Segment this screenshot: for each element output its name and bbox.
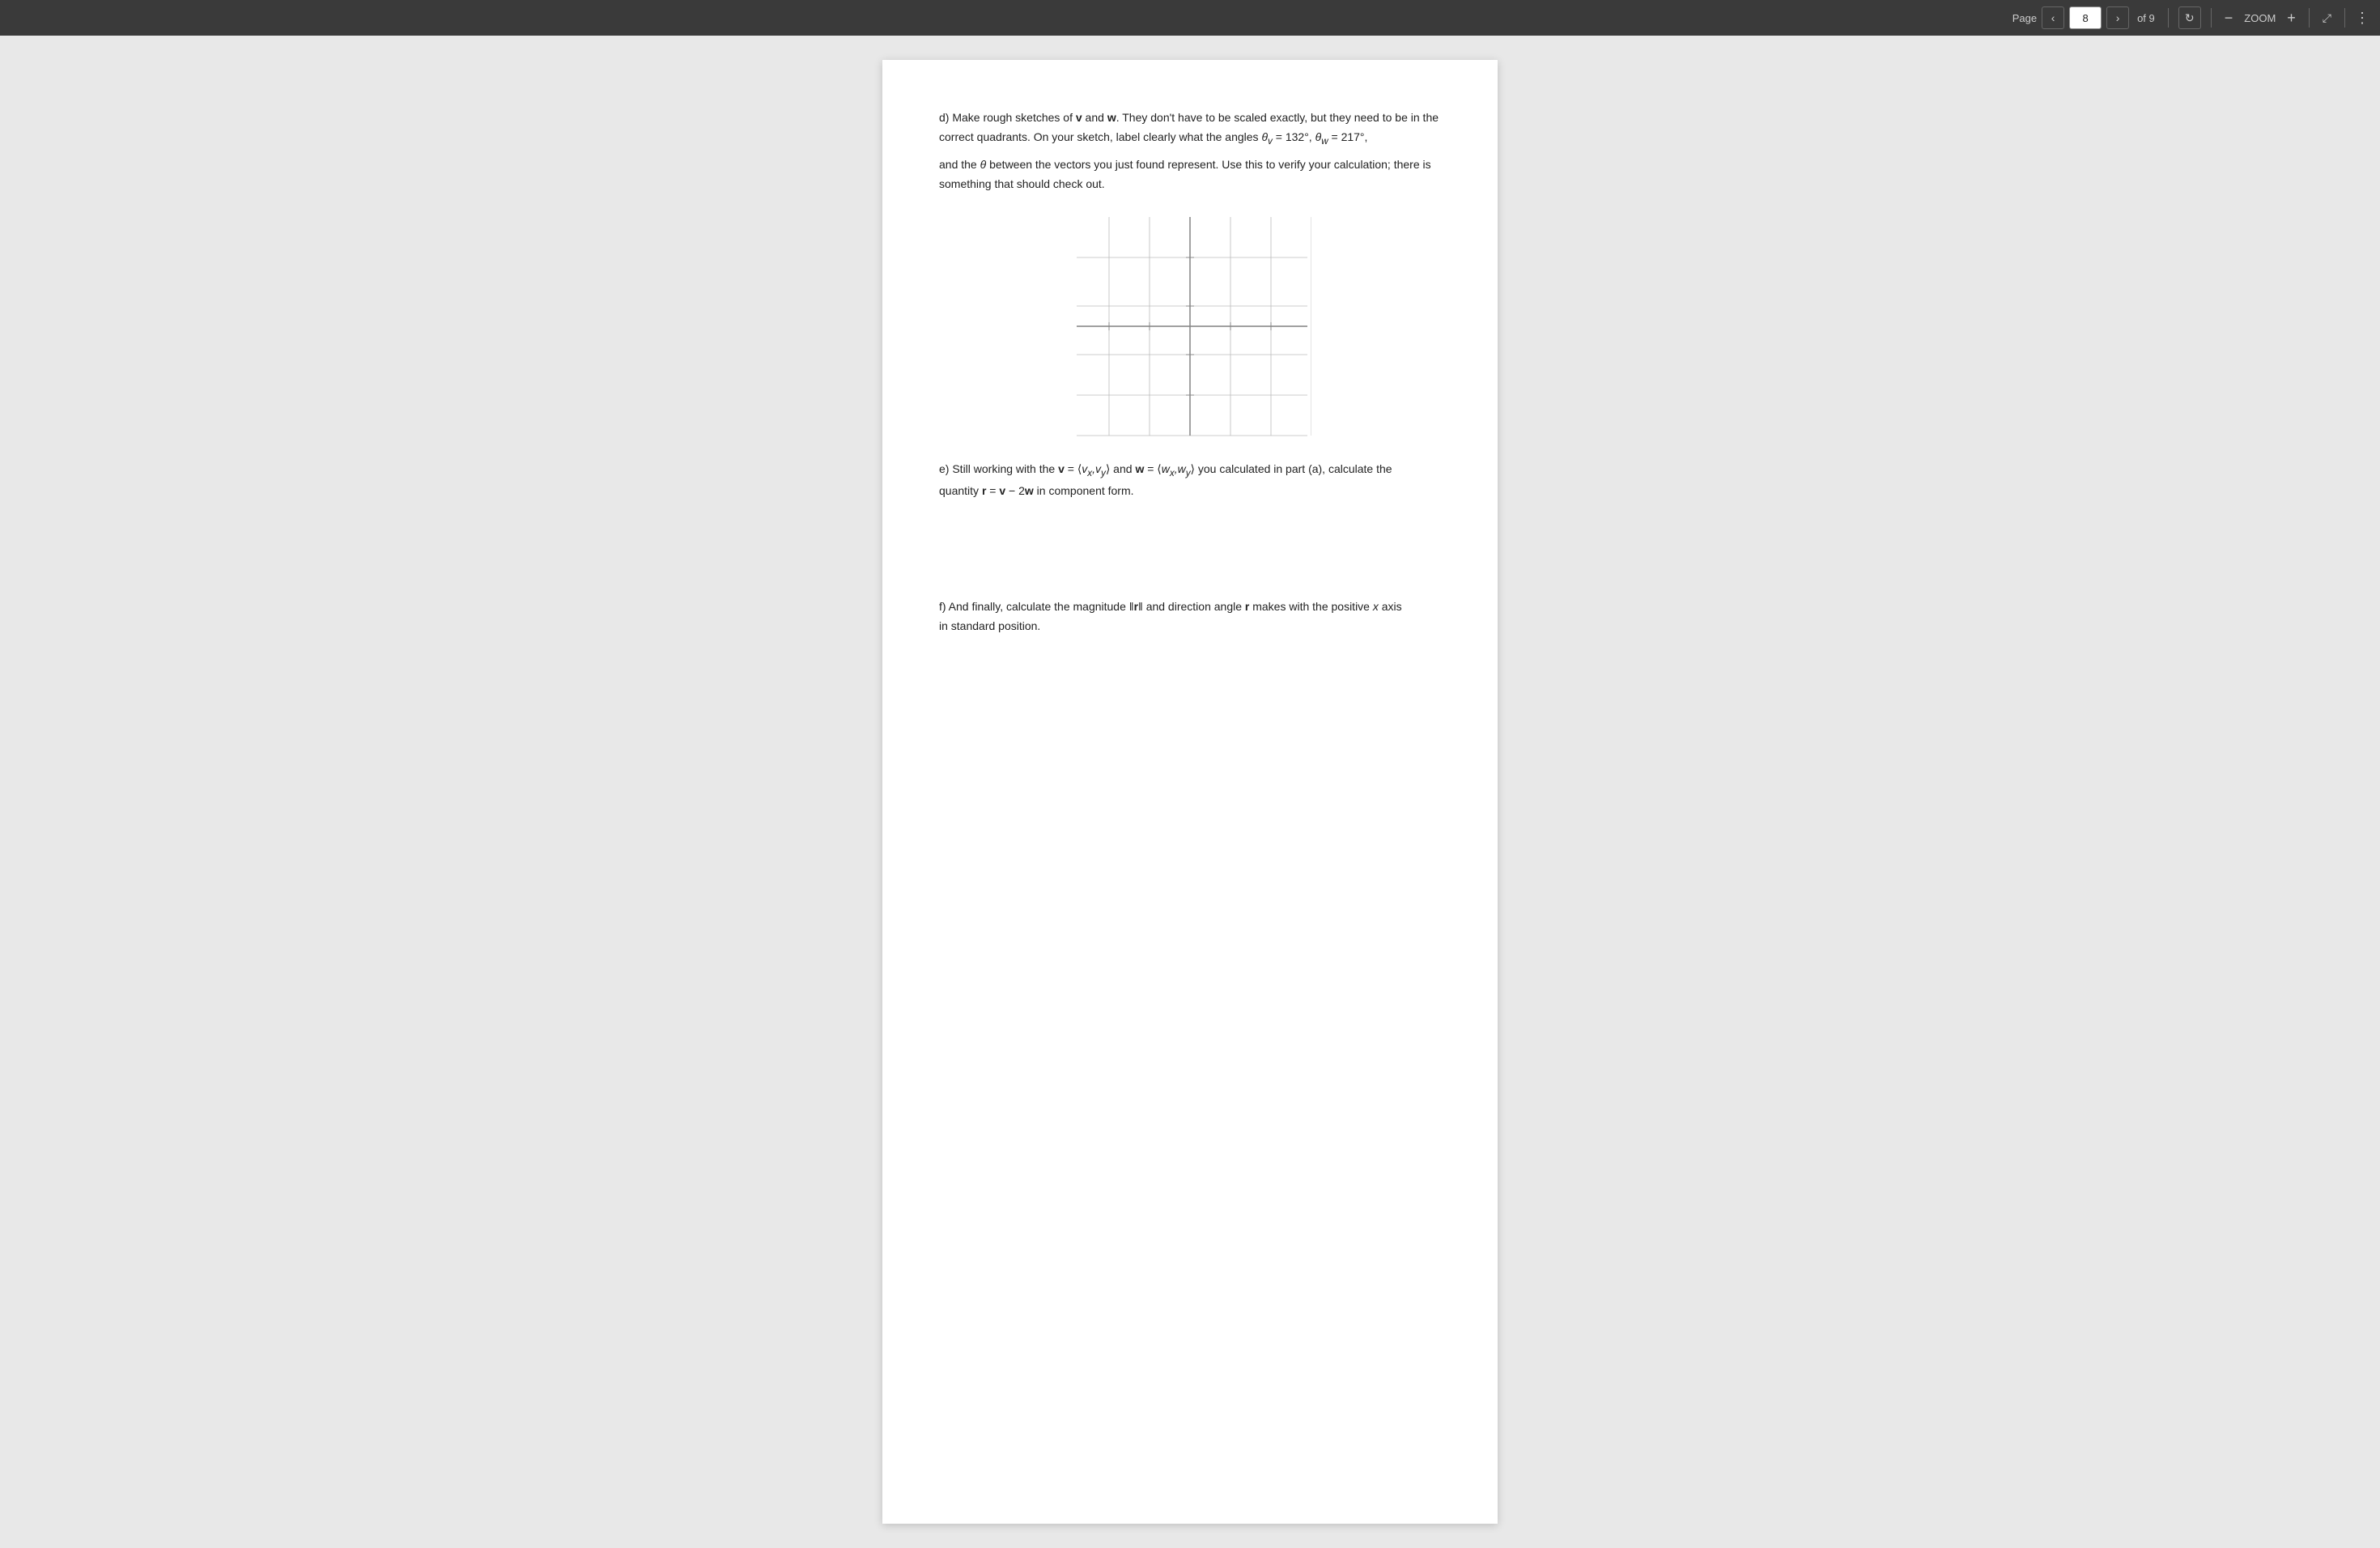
divider2: [2211, 8, 2212, 28]
toolbar: Page ‹ › of 9 ↻ − ZOOM + ⤢ ⋮: [0, 0, 2380, 36]
theta-v: θv: [1261, 130, 1272, 143]
e-v-bold: v: [1058, 462, 1065, 475]
sketch-grid: [1069, 209, 1311, 444]
sketch-grid-area: [939, 209, 1441, 444]
part-d-section: d) Make rough sketches of v and w. They …: [939, 108, 1441, 194]
part-e-quantity: quantity r = v − 2w in component form.: [939, 482, 1441, 501]
page-input[interactable]: [2069, 6, 2102, 29]
zoom-in-button[interactable]: +: [2284, 10, 2299, 27]
e-r-bold: r: [982, 484, 986, 497]
document-page: d) Make rough sketches of v and w. They …: [882, 60, 1498, 1524]
f-r-bold: r: [1134, 600, 1138, 613]
part-f-text1: f) And finally, calculate the magnitude …: [939, 598, 1441, 617]
v-bold: v: [1076, 111, 1082, 124]
divider: [2168, 8, 2169, 28]
part-e-text: e) Still working with the v = ⟨vx,vy⟩ an…: [939, 460, 1441, 482]
total-pages: of 9: [2137, 12, 2155, 24]
f-r-dir: r: [1245, 600, 1249, 613]
part-f-section: f) And finally, calculate the magnitude …: [939, 598, 1441, 636]
zoom-out-button[interactable]: −: [2221, 10, 2237, 27]
w-bold: w: [1107, 111, 1116, 124]
fullscreen-button[interactable]: ⤢: [2319, 11, 2335, 25]
f-x-axis: x: [1373, 600, 1379, 613]
refresh-button[interactable]: ↻: [2178, 6, 2201, 29]
part-d-text2: and the θ between the vectors you just f…: [939, 155, 1441, 194]
part-d-text1: d) Make rough sketches of v and w. They …: [939, 108, 1441, 149]
part-f-text2: in standard position.: [939, 617, 1441, 636]
divider4: [2344, 8, 2345, 28]
e-w-bold: w: [1135, 462, 1144, 475]
theta-between: θ: [980, 158, 987, 171]
zoom-label: ZOOM: [2244, 12, 2276, 24]
page-label: Page: [2012, 12, 2037, 24]
next-page-button[interactable]: ›: [2106, 6, 2129, 29]
prev-page-button[interactable]: ‹: [2042, 6, 2064, 29]
page-area: d) Make rough sketches of v and w. They …: [0, 36, 2380, 1548]
divider3: [2309, 8, 2310, 28]
more-options-button[interactable]: ⋮: [2355, 10, 2370, 27]
part-e-section: e) Still working with the v = ⟨vx,vy⟩ an…: [939, 460, 1441, 500]
theta-w: θw: [1315, 130, 1328, 143]
